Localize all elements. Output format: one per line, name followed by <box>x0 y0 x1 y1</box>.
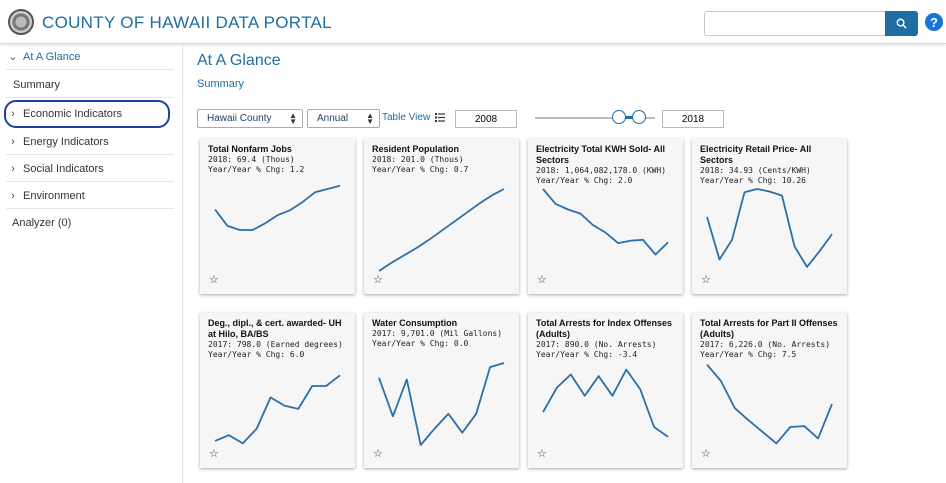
indicator-card[interactable]: Electricity Retail Price- All Sectors 201… <box>692 139 847 294</box>
star-icon[interactable]: ☆ <box>209 447 219 460</box>
help-button[interactable]: ? <box>925 13 943 31</box>
star-icon[interactable]: ☆ <box>209 273 219 286</box>
indicator-sparkline[interactable] <box>692 139 847 294</box>
indicator-card[interactable]: Total Nonfarm Jobs 2018: 69.4 (Thous) Year… <box>200 139 355 294</box>
indicator-sparkline[interactable] <box>692 313 847 468</box>
sidebar-item-label: Social Indicators <box>23 162 104 175</box>
indicator-card[interactable]: Water Consumption 2017: 9,701.0 (Mil Gall… <box>364 313 519 468</box>
sidebar-item-economic-indicators[interactable]: › Economic Indicators <box>4 100 170 128</box>
sparkline-series <box>214 184 341 231</box>
sparkline-series <box>378 362 505 446</box>
indicator-sparkline[interactable] <box>364 313 519 468</box>
search-icon <box>896 18 907 29</box>
sparkline-series <box>706 364 833 445</box>
chevron-right-icon: › <box>11 189 15 202</box>
sparkline-series <box>542 188 669 256</box>
sparkline-series <box>706 188 833 268</box>
indicator-sparkline[interactable] <box>528 313 683 468</box>
county-seal-logo[interactable] <box>8 9 34 35</box>
indicator-sparkline[interactable] <box>364 139 519 294</box>
sidebar-item-analyzer[interactable]: Analyzer (0) <box>6 210 174 236</box>
frequency-select-value: Annual <box>317 113 349 124</box>
star-icon[interactable]: ☆ <box>701 447 711 460</box>
sidebar-item-label: Environment <box>23 189 85 202</box>
sidebar-item-label: Energy Indicators <box>23 135 109 148</box>
indicator-card[interactable]: Total Arrests for Part II Offenses (Adul… <box>692 313 847 468</box>
star-icon[interactable]: ☆ <box>537 273 547 286</box>
end-year-input[interactable] <box>662 110 724 128</box>
sidebar-item-at-a-glance[interactable]: ⌄ At A Glance <box>6 44 174 70</box>
select-arrows-icon: ▲ ▼ <box>366 111 374 126</box>
sidebar-item-label: At A Glance <box>23 50 81 63</box>
sparkline-series <box>378 188 505 272</box>
indicator-card[interactable]: Resident Population 2018: 201.0 (Thous) Ye… <box>364 139 519 294</box>
search-button[interactable] <box>885 11 918 36</box>
sparkline-series <box>542 368 669 438</box>
select-arrows-icon: ▲ ▼ <box>289 111 297 126</box>
indicator-card[interactable]: Electricity Total KWH Sold- All Sectors 2… <box>528 139 683 294</box>
frequency-select[interactable]: Annual ▲ ▼ <box>307 109 380 128</box>
star-icon[interactable]: ☆ <box>537 447 547 460</box>
indicator-card[interactable]: Total Arrests for Index Offenses (Adults… <box>528 313 683 468</box>
chevron-right-icon: › <box>11 135 15 148</box>
start-year-handle[interactable] <box>612 110 626 124</box>
list-icon[interactable] <box>435 113 445 122</box>
end-year-handle[interactable] <box>632 110 646 124</box>
sidebar-item-social-indicators[interactable]: › Social Indicators <box>6 156 174 182</box>
sparkline-series <box>214 374 341 445</box>
sidebar-item-summary[interactable]: Summary <box>6 72 174 98</box>
top-bar: COUNTY OF HAWAII DATA PORTAL ? <box>0 0 946 44</box>
geography-select[interactable]: Hawaii County ▲ ▼ <box>197 109 303 128</box>
indicator-card[interactable]: Deg., dipl., & cert. awarded- UH at Hilo… <box>200 313 355 468</box>
chevron-down-icon: ⌄ <box>8 51 18 63</box>
star-icon[interactable]: ☆ <box>373 273 383 286</box>
start-year-input[interactable] <box>455 110 517 128</box>
chevron-right-icon: › <box>11 162 15 175</box>
indicator-sparkline[interactable] <box>200 313 355 468</box>
sidebar-item-label: Analyzer (0) <box>12 217 72 229</box>
sidebar-item-label: Economic Indicators <box>23 108 123 120</box>
search-input[interactable] <box>704 11 886 36</box>
page-title: At A Glance <box>197 52 281 69</box>
sidebar-item-energy-indicators[interactable]: › Energy Indicators <box>6 129 174 155</box>
chevron-right-icon: › <box>11 108 15 120</box>
geography-select-value: Hawaii County <box>207 113 272 124</box>
indicator-sparkline[interactable] <box>200 139 355 294</box>
sidebar-item-environment[interactable]: › Environment <box>6 183 174 209</box>
star-icon[interactable]: ☆ <box>701 273 711 286</box>
portal-title[interactable]: COUNTY OF HAWAII DATA PORTAL <box>42 13 332 33</box>
summary-link[interactable]: Summary <box>197 78 244 90</box>
sidebar-item-label: Summary <box>13 78 61 91</box>
table-view-link[interactable]: Table View <box>382 112 430 123</box>
indicator-sparkline[interactable] <box>528 139 683 294</box>
sidebar: ⌄ At A Glance Summary › Economic Indicat… <box>0 44 183 483</box>
star-icon[interactable]: ☆ <box>373 447 383 460</box>
